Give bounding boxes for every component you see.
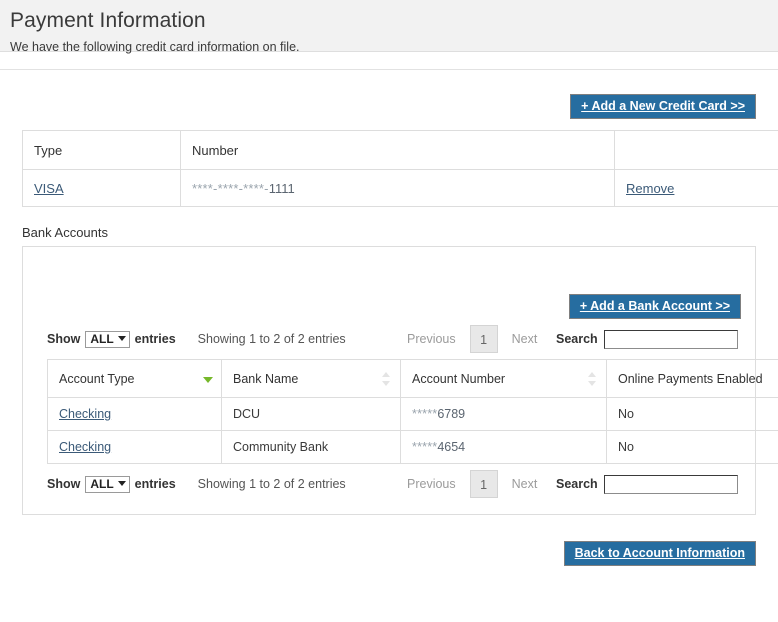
bank-account-type-cell: Checking xyxy=(48,431,222,464)
online-payments-enabled-cell: No xyxy=(607,398,778,431)
bank-accounts-panel-inner: + Add a Bank Account >> Show ALL entries S… xyxy=(23,247,755,504)
credit-card-type-link[interactable]: VISA xyxy=(34,181,64,196)
add-bank-account-row: + Add a Bank Account >> xyxy=(37,247,741,319)
pagination-top: Previous 1 Next xyxy=(399,325,545,353)
column-header-online-payments-enabled-label: Online Payments Enabled xyxy=(618,372,763,386)
bank-accounts-label: Bank Accounts xyxy=(22,225,756,240)
chevron-down-icon xyxy=(118,481,126,486)
chevron-down-icon xyxy=(118,336,126,341)
datatable-controls-top: Show ALL entries Showing 1 to 2 of 2 entri… xyxy=(37,319,741,359)
bank-name-cell: DCU xyxy=(222,398,401,431)
sort-ascending-icon xyxy=(203,372,212,386)
column-header-number: Number xyxy=(181,131,615,170)
bank-account-type-link[interactable]: Checking xyxy=(59,440,111,454)
credit-card-action-cell: Remove xyxy=(615,170,778,207)
column-header-online-payments-enabled[interactable]: Online Payments Enabled xyxy=(607,360,778,398)
sort-none-icon xyxy=(588,372,597,386)
column-header-action xyxy=(615,131,778,170)
page-header: Payment Information We have the followin… xyxy=(0,0,778,52)
show-label-bottom: Show xyxy=(47,476,80,490)
bank-accounts-table: Account Type Bank Name Acc xyxy=(47,359,778,464)
credit-card-number-digits: 1111 xyxy=(269,181,295,196)
show-entries-control-top: Show ALL entries xyxy=(47,331,176,348)
column-header-type: Type xyxy=(23,131,181,170)
bank-account-number-digits: 6789 xyxy=(437,407,465,421)
bank-account-number-cell: *****4654 xyxy=(401,431,607,464)
credit-card-type-cell: VISA xyxy=(23,170,181,207)
credit-card-number-cell: ****-****-****-1111 xyxy=(181,170,615,207)
table-row: Checking Community Bank *****4654 No xyxy=(48,431,778,464)
bank-name-cell: Community Bank xyxy=(222,431,401,464)
show-label-top: Show xyxy=(47,331,80,345)
credit-card-table: Type Number VISA ****-****-****-1111 Rem… xyxy=(22,130,778,207)
datatable-info-bottom: Showing 1 to 2 of 2 entries xyxy=(198,477,346,491)
table-header-row: Type Number xyxy=(23,131,778,170)
column-header-account-type[interactable]: Account Type xyxy=(48,360,222,398)
page-title: Payment Information xyxy=(10,8,768,34)
credit-card-number-mask: ****-****-****- xyxy=(192,181,269,196)
column-header-account-number-label: Account Number xyxy=(412,372,505,386)
search-filter-top: Search xyxy=(556,330,738,349)
bank-accounts-panel: + Add a Bank Account >> Show ALL entries S… xyxy=(22,246,756,515)
entries-label-top: entries xyxy=(135,331,176,345)
column-header-account-number[interactable]: Account Number xyxy=(401,360,607,398)
pagination-next-top[interactable]: Next xyxy=(504,332,546,346)
add-new-credit-card-button[interactable]: + Add a New Credit Card >> xyxy=(570,94,756,119)
entries-length-value-bottom: ALL xyxy=(90,477,113,491)
entries-length-value-top: ALL xyxy=(90,332,113,346)
search-label-top: Search xyxy=(556,332,598,346)
column-header-bank-name-label: Bank Name xyxy=(233,372,298,386)
entries-label-bottom: entries xyxy=(135,476,176,490)
search-label-bottom: Search xyxy=(556,477,598,491)
pagination-previous-bottom[interactable]: Previous xyxy=(399,477,464,491)
table-row: Checking DCU *****6789 No xyxy=(48,398,778,431)
datatable-controls-bottom: Show ALL entries Showing 1 to 2 of 2 entri… xyxy=(37,464,741,504)
pagination-next-bottom[interactable]: Next xyxy=(504,477,546,491)
sort-none-icon xyxy=(382,372,391,386)
bank-account-type-link[interactable]: Checking xyxy=(59,407,111,421)
search-input-top[interactable] xyxy=(604,330,738,349)
bank-account-number-cell: *****6789 xyxy=(401,398,607,431)
entries-length-select-bottom[interactable]: ALL xyxy=(85,476,129,493)
main-content: + Add a New Credit Card >> Type Number V… xyxy=(0,70,778,566)
bank-account-number-digits: 4654 xyxy=(437,440,465,454)
add-credit-card-row: + Add a New Credit Card >> xyxy=(22,70,756,119)
table-row: VISA ****-****-****-1111 Remove xyxy=(23,170,778,207)
bank-account-number-mask: ***** xyxy=(412,440,437,454)
pagination-bottom: Previous 1 Next xyxy=(399,470,545,498)
bank-account-number-mask: ***** xyxy=(412,407,437,421)
column-header-bank-name[interactable]: Bank Name xyxy=(222,360,401,398)
pagination-page-1-top[interactable]: 1 xyxy=(470,325,498,353)
table-header-row: Account Type Bank Name Acc xyxy=(48,360,778,398)
footer-button-row: Back to Account Information xyxy=(22,515,756,566)
show-entries-control-bottom: Show ALL entries xyxy=(47,476,176,493)
pagination-previous-top[interactable]: Previous xyxy=(399,332,464,346)
pagination-page-1-bottom[interactable]: 1 xyxy=(470,470,498,498)
page-subtitle: We have the following credit card inform… xyxy=(10,40,768,55)
search-filter-bottom: Search xyxy=(556,475,738,494)
bank-account-type-cell: Checking xyxy=(48,398,222,431)
remove-credit-card-link[interactable]: Remove xyxy=(626,181,674,196)
back-to-account-information-button[interactable]: Back to Account Information xyxy=(564,541,756,566)
search-input-bottom[interactable] xyxy=(604,475,738,494)
entries-length-select-top[interactable]: ALL xyxy=(85,331,129,348)
datatable-info-top: Showing 1 to 2 of 2 entries xyxy=(198,332,346,346)
add-bank-account-button[interactable]: + Add a Bank Account >> xyxy=(569,294,741,319)
column-header-account-type-label: Account Type xyxy=(59,372,135,386)
online-payments-enabled-cell: No xyxy=(607,431,778,464)
